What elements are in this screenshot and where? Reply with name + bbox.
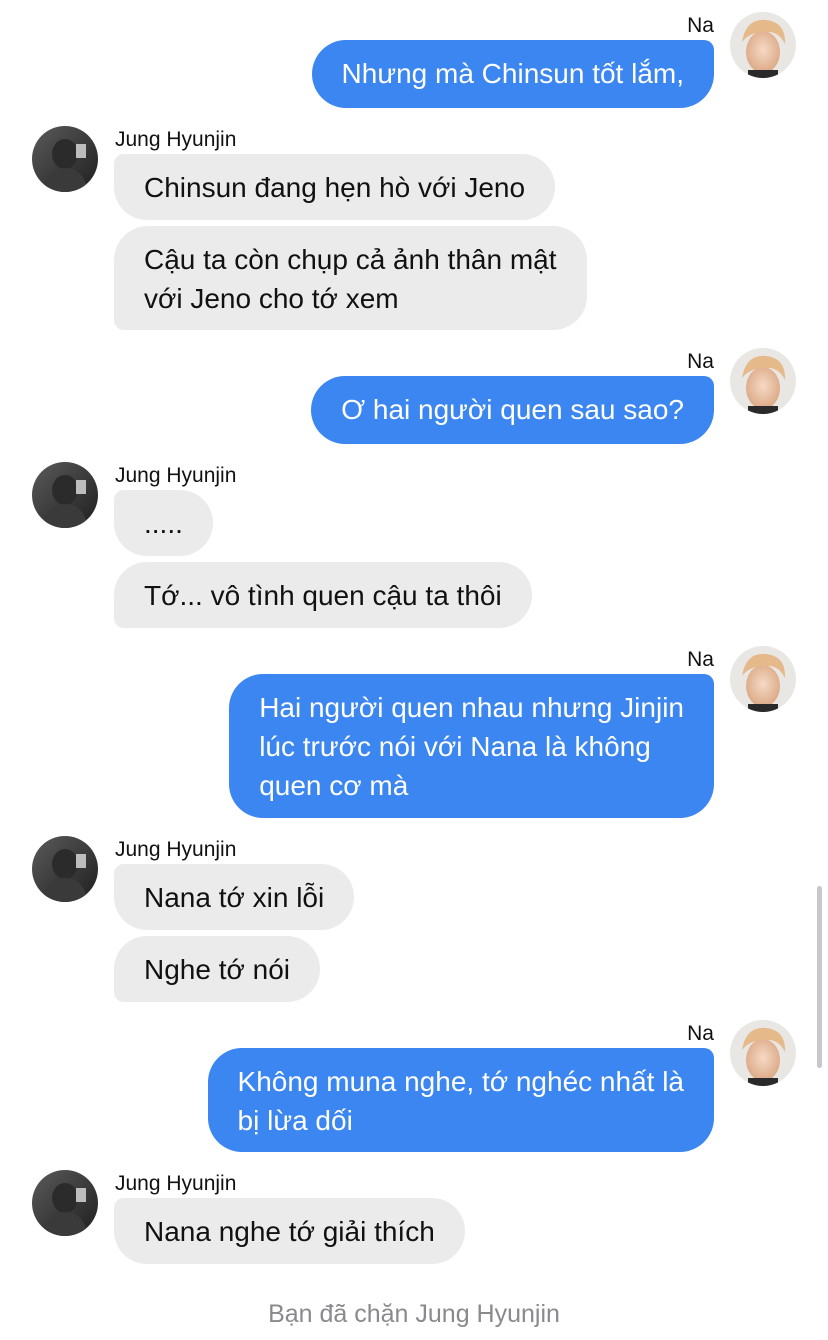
outgoing-message[interactable]: Hai người quen nhau nhưng Jinjin lúc trư…: [229, 674, 714, 818]
incoming-message[interactable]: Nana tớ xin lỗi: [114, 864, 355, 930]
avatar-jung-hyunjin[interactable]: [32, 462, 98, 528]
avatar-na[interactable]: [730, 12, 796, 78]
incoming-message[interactable]: Tớ... vô tình quen cậu ta thôi: [114, 562, 532, 628]
avatar-jung-hyunjin[interactable]: [32, 1170, 98, 1236]
sender-name: Na: [687, 350, 714, 373]
incoming-message[interactable]: .....: [114, 490, 213, 556]
avatar-na-image: [730, 12, 796, 78]
incoming-message[interactable]: Nghe tớ nói: [114, 936, 321, 1002]
scrollbar[interactable]: [817, 886, 822, 1068]
message-thread: Na Nhưng mà Chinsun tốt lắm, Jung Hyunji…: [0, 0, 828, 1340]
avatar-na-image: [730, 1020, 796, 1086]
sender-name: Jung Hyunjin: [115, 838, 237, 861]
outgoing-message[interactable]: Không muna nghe, tớ nghéc nhất là bị lừa…: [207, 1048, 714, 1152]
avatar-na[interactable]: [730, 348, 796, 414]
avatar-jung-hyunjin-image: [32, 126, 98, 192]
sender-name: Na: [687, 648, 714, 671]
incoming-message[interactable]: Nana nghe tớ giải thích: [114, 1198, 465, 1264]
sender-name: Na: [687, 1022, 714, 1045]
sender-name: Na: [687, 14, 714, 37]
avatar-na-image: [730, 646, 796, 712]
outgoing-message[interactable]: Ơ hai người quen sau sao?: [311, 376, 714, 444]
outgoing-message[interactable]: Nhưng mà Chinsun tốt lắm,: [311, 40, 714, 108]
avatar-jung-hyunjin-image: [32, 836, 98, 902]
sender-name: Jung Hyunjin: [115, 128, 237, 151]
incoming-message[interactable]: Cậu ta còn chụp cả ảnh thân mật với Jeno…: [114, 226, 587, 330]
avatar-na[interactable]: [730, 1020, 796, 1086]
avatar-jung-hyunjin[interactable]: [32, 836, 98, 902]
avatar-na-image: [730, 348, 796, 414]
avatar-jung-hyunjin[interactable]: [32, 126, 98, 192]
incoming-message[interactable]: Chinsun đang hẹn hò với Jeno: [114, 154, 556, 220]
avatar-jung-hyunjin-image: [32, 462, 98, 528]
avatar-na[interactable]: [730, 646, 796, 712]
avatar-jung-hyunjin-image: [32, 1170, 98, 1236]
sender-name: Jung Hyunjin: [115, 1172, 237, 1195]
blocked-notice: Bạn đã chặn Jung Hyunjin: [268, 1300, 560, 1328]
sender-name: Jung Hyunjin: [115, 464, 237, 487]
